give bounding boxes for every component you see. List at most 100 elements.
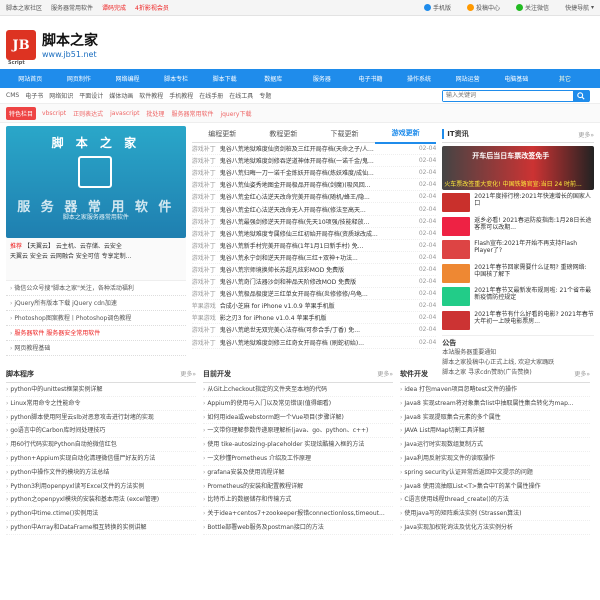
article-link[interactable]: go语言中的Carbon库时间处理技巧 [6, 424, 196, 439]
article-link[interactable]: python+Appium实现自动化清理微信僵尸好友的方法 [6, 452, 196, 466]
update-title[interactable]: 鬼谷八荒地狱难度剑修三红奇女开局存档 (刷蛇初始)... [220, 338, 419, 347]
update-row[interactable]: 游戏补丁 鬼谷八荒地狱难度仙资剑桩及三红开局存档(天命之子/人... 02-04 [191, 143, 437, 156]
update-category[interactable]: 游戏补丁 [192, 265, 220, 274]
column-more[interactable]: 更多» [377, 369, 393, 378]
article-link[interactable]: 如何用idea或webstorm跑一个Vue项目(步骤详解) [203, 411, 393, 425]
promo-banner[interactable]: 脚 本 之 家 服 务 器 常 用 软 件 脚本之家服务器常用软件 [6, 126, 186, 238]
update-category[interactable]: 游戏补丁 [192, 192, 220, 201]
update-row[interactable]: 游戏补丁 鬼谷八荒仙姿秀地图金开局极品开局存档(剑魔)(吸风回... 02-04 [191, 179, 437, 192]
article-link[interactable]: 从Git上checkout指定的文件夹至本地的代码 [203, 383, 393, 397]
tab-tutorial-updates[interactable]: 教程更新 [253, 126, 314, 143]
update-title[interactable]: 鬼谷八荒地狱难度仙资剑桩及三红开局存档(天命之子/人... [220, 144, 419, 153]
update-category[interactable]: 游戏补丁 [192, 229, 220, 238]
update-row[interactable]: 游戏补丁 鬼谷八荒极品极度逆三红单女开局存档(炎修修修/乌龟... 02-04 [191, 288, 437, 301]
news-thumbnail[interactable] [442, 263, 471, 283]
article-link[interactable]: Java实现加权轮询法及优化方法实例分析 [400, 521, 590, 535]
update-category[interactable]: 游戏补丁 [192, 338, 220, 347]
article-link[interactable]: Python3利用openpyxl读写Excel文件的方法实例 [6, 480, 196, 494]
article-link[interactable]: Java利用反射实现文件的读取操作 [400, 452, 590, 466]
list-item[interactable]: 网页教程基础 [6, 341, 186, 356]
update-category[interactable]: 游戏补丁 [192, 325, 220, 334]
special-link[interactable]: 正则表达式 [73, 109, 103, 118]
update-row[interactable]: 游戏补丁 鬼谷八荒宗师境换帅长苏超凡炫彩MOD 免费版 02-04 [191, 264, 437, 277]
update-row[interactable]: 游戏补丁 鬼谷八荒地狱难度剑修三红奇女开局存档 (刷蛇初始)... 02-04 [191, 337, 437, 349]
update-title[interactable]: 鬼谷八荒金红心法逆天改命完美开局存档(随机/蜂王/隐... [220, 192, 419, 201]
list-item[interactable]: Photoshop图案教程丨Photoshop调色教程 [6, 311, 186, 326]
article-link[interactable]: 使用java写的矩阵乘法实例 (Strassen算法) [400, 507, 590, 521]
news-title[interactable]: 返乡必看! 2021春运防疫指南:1月28日长途客票可以改期... [474, 217, 594, 238]
article-link[interactable]: python中Array和DataFrame相互转换的实例讲解 [6, 521, 196, 535]
nav-item[interactable]: 脚本专栏 [152, 74, 201, 83]
update-row[interactable]: 游戏补丁 鬼谷八荒金红心法逆天改命完美开局存档(随机/蜂王/隐... 02-04 [191, 191, 437, 204]
news-title[interactable]: 2021年春节又最新发布规则啦: 21个省市最新疫情防控规定 [474, 287, 594, 308]
article-link[interactable]: Java8 使用流抽取List<T>集合中T的某个属性操作 [400, 480, 590, 494]
update-category[interactable]: 游戏补丁 [192, 217, 220, 226]
update-row[interactable]: 游戏补丁 鬼谷八荒新手村完美开局存档(1年1月1日新手村) 免... 02-04 [191, 240, 437, 252]
update-row[interactable]: 游戏补丁 鬼谷八荒绝世无双完美心法存档(可参合手/丁香) 免... 02-04 [191, 324, 437, 337]
article-link[interactable]: idea 打包maven项目忽略test文件的操作 [400, 383, 590, 397]
nav-item[interactable]: 网站运营 [443, 74, 492, 83]
special-link[interactable]: 批处理 [146, 109, 164, 118]
list-item[interactable]: jQuery所有版本下载 jQuery cdn加速 [6, 296, 186, 311]
nav-item[interactable]: 网络编程 [103, 74, 152, 83]
article-link[interactable]: 关于idea+centos7+zookeeper报错connectionloss… [203, 507, 393, 521]
nav-item-other[interactable]: 其它 [541, 74, 590, 83]
update-category[interactable]: 游戏补丁 [192, 241, 220, 250]
update-title[interactable]: 鬼谷八荒地狱难度剑修吞逆道神体开局存档(一诺千金/鬼... [220, 156, 419, 165]
article-link[interactable]: 一文带你理解参数传递原理解析(java、go、python、c++) [203, 424, 393, 439]
news-thumbnail[interactable] [442, 216, 471, 236]
sub-nav-item[interactable]: 电子书 [25, 91, 43, 100]
article-link[interactable]: Linux常用命令之性能命令 [6, 397, 196, 411]
nav-item[interactable]: 服务器 [298, 74, 347, 83]
news-thumbnail[interactable] [442, 287, 471, 306]
sub-nav-item[interactable]: 软件教程 [139, 91, 163, 100]
recommend-line[interactable]: 天翼云 安全云 云网融合 安全可信 专享定制... [10, 252, 182, 262]
list-item[interactable]: 微信公众号搜"脚本之家"关注，各种活动福利 [6, 281, 186, 296]
contribute-link[interactable]: 投稿中心 [467, 3, 500, 12]
update-title[interactable]: 鬼谷八荒金红心法逆天改命无人开局存档(修法至高天... [220, 205, 419, 214]
special-link[interactable]: 服务器常用软件 [171, 109, 213, 118]
update-category[interactable]: 游戏补丁 [192, 289, 220, 298]
update-title[interactable]: 鬼谷八荒仙姿秀地图金开局极品开局存档(剑魔)(吸风回... [220, 180, 419, 189]
search-input[interactable] [443, 90, 573, 101]
update-title[interactable]: 合成小芝麻 for iPhone v1.0.9 苹果手机版 [220, 301, 419, 310]
sub-nav-item[interactable]: 在线工具 [229, 91, 253, 100]
article-link[interactable]: C语言使用线程thread_create()的方法 [400, 493, 590, 508]
nav-item[interactable]: 电子书籍 [346, 74, 395, 83]
update-title[interactable]: 鬼谷八荒宗师境换帅长苏超凡炫彩MOD 免费版 [220, 265, 419, 274]
news-item[interactable]: 返乡必看! 2021春运防疫指南:1月28日长途客票可以改期... [442, 216, 594, 238]
article-link[interactable]: python中操作文件的模块的方法总结 [6, 466, 196, 480]
recommend-line[interactable]: 【天翼云】 云主机、云存储、云安全 [24, 243, 122, 250]
article-link[interactable]: JAVA List用Map切割工具详解 [400, 424, 590, 439]
update-row[interactable]: 游戏补丁 鬼谷八荒永宁剑和逆天开局存档(三红+双神+功法... 02-04 [191, 252, 437, 264]
article-link[interactable]: Java运行时实现数组复制方式 [400, 438, 590, 452]
news-title[interactable]: Flash宣布:2021年开始不再支持Flash Player了? [474, 240, 594, 261]
update-category[interactable]: 游戏补丁 [192, 180, 220, 189]
news-title[interactable]: 2021年春节有什么好看的电影? 2021年春节大年初一上映电影票房... [474, 311, 594, 332]
special-link[interactable]: jquery下载 [220, 109, 251, 118]
nav-item[interactable]: 数据库 [249, 74, 298, 83]
special-link[interactable]: javascript [110, 110, 139, 117]
article-link[interactable]: Bottle部署web服务及postman接口的方法 [203, 521, 393, 535]
top-link[interactable]: 服务器常用软件 [51, 3, 93, 12]
update-title[interactable]: 鬼谷八荒最强剑修逆天开局存档(先天10项强/技能释放... [220, 217, 419, 226]
article-link[interactable]: spring security认证异常后返回中文提示的问题 [400, 466, 590, 480]
article-link[interactable]: Java8 实现提取集合元素的多个属性 [400, 411, 590, 425]
article-link[interactable]: 一文秒懂Prometheus 介绍及工作原理 [203, 452, 393, 466]
wechat-link[interactable]: 关注微信 [516, 3, 549, 12]
article-link[interactable]: python之openpyxl模块的安装和基本用法 (excel管理) [6, 493, 196, 508]
article-link[interactable]: grafana安装及使用流程详解 [203, 466, 393, 480]
news-thumbnail[interactable] [442, 193, 471, 212]
nav-item[interactable]: 电脑基础 [492, 74, 541, 83]
top-link[interactable]: 脚本之家社区 [6, 3, 42, 12]
top-link[interactable]: 4折影视会员 [135, 3, 169, 12]
search-button[interactable] [573, 89, 589, 102]
article-link[interactable]: Prometheus的安装和配置教程详解 [203, 480, 393, 494]
sub-nav-item[interactable]: 媒体动画 [109, 91, 133, 100]
article-link[interactable]: python脚本使用阿里云slb对恶意攻击进行封堵的实现 [6, 411, 196, 425]
news-title[interactable]: 2021年度排行榜:2021年快速增长的国家人口 [474, 193, 594, 214]
sub-nav-item[interactable]: 网络知识 [49, 91, 73, 100]
notice-item[interactable]: 本站服务器重要通知 [442, 348, 594, 358]
mobile-link[interactable]: 手机版 [424, 3, 451, 12]
update-category[interactable]: 游戏补丁 [192, 144, 220, 153]
